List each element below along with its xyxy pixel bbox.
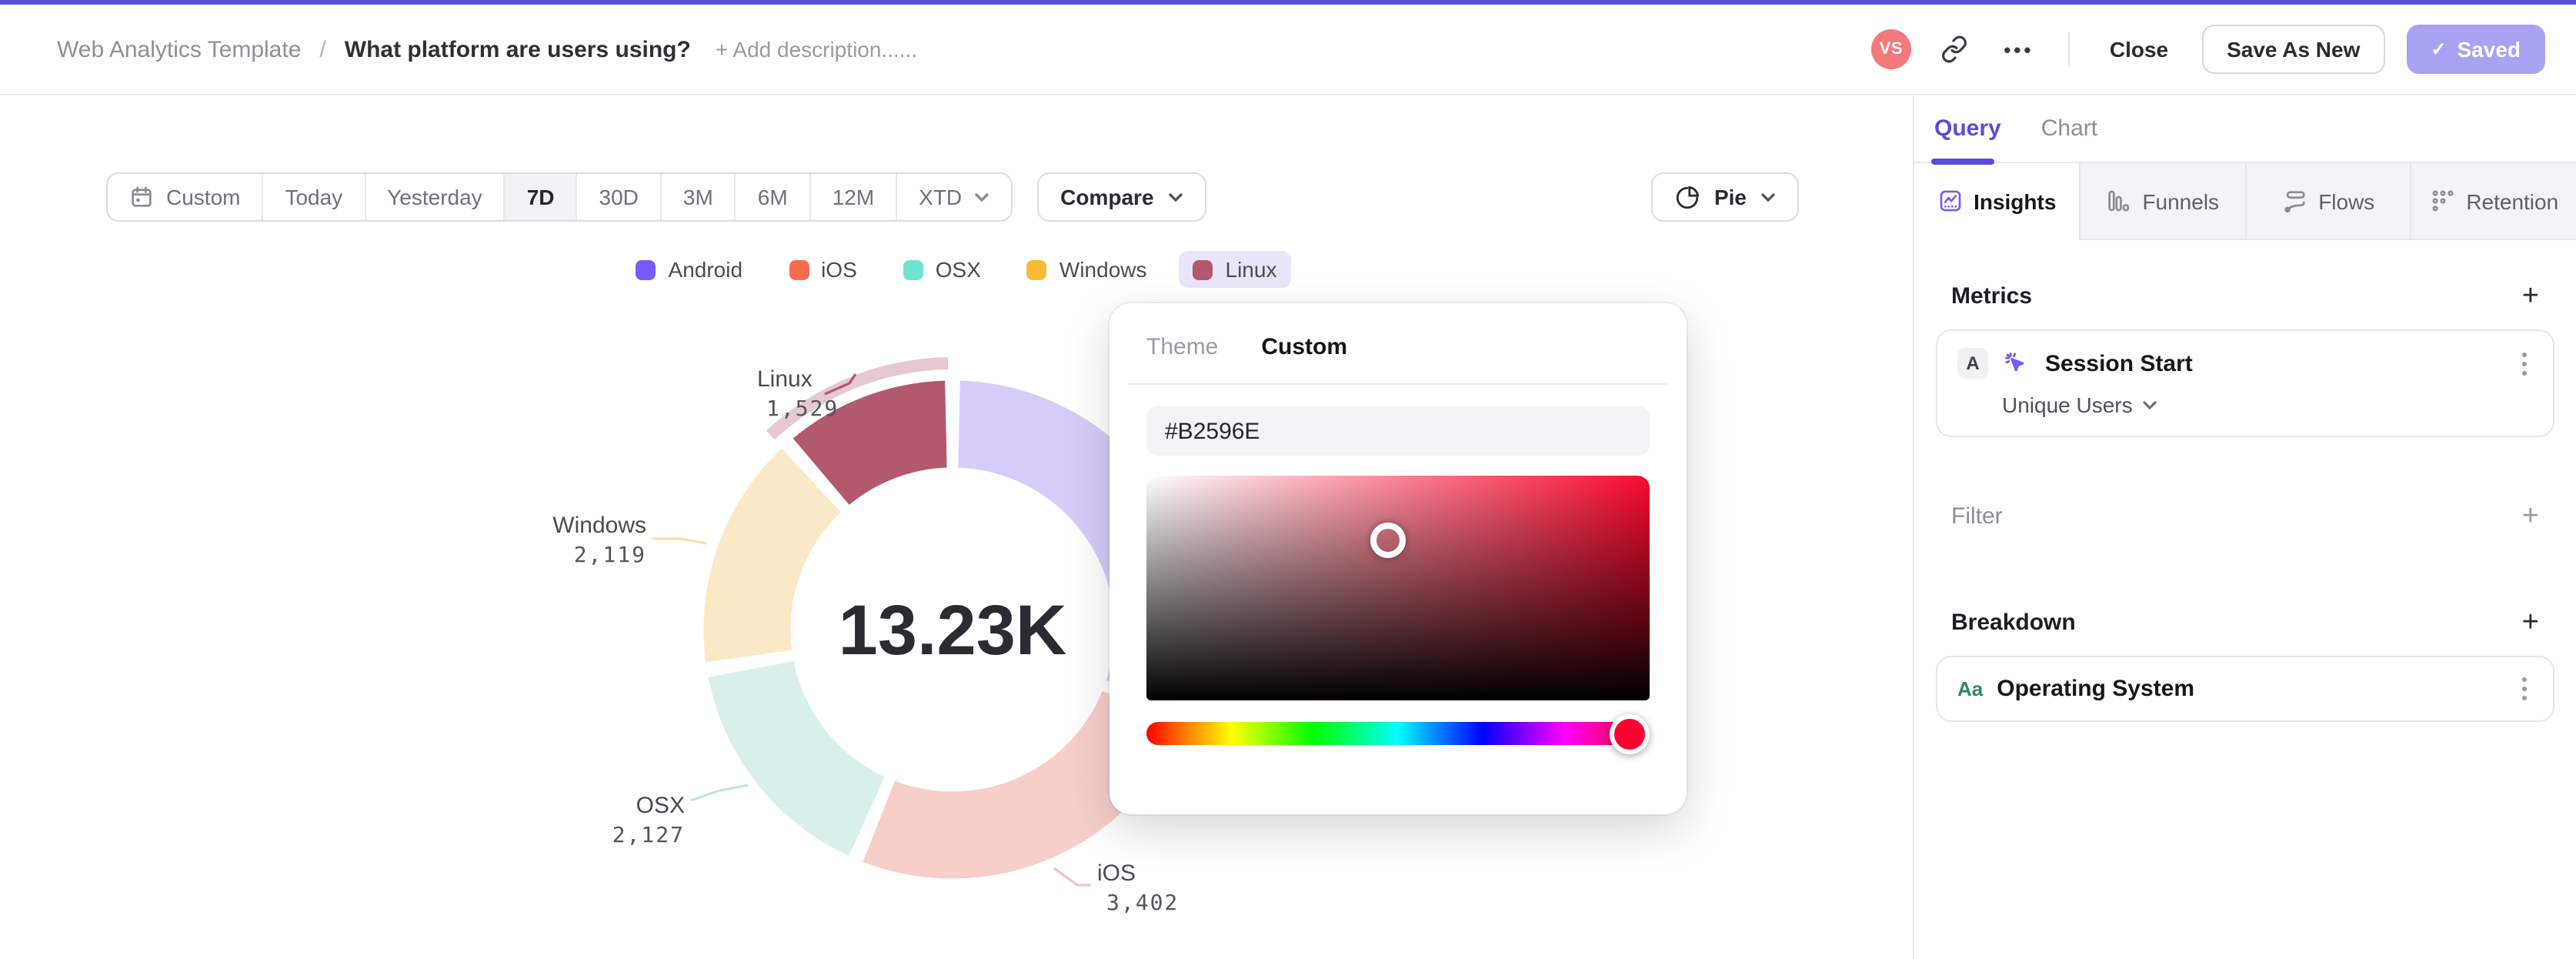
metric-card[interactable]: A Session Start Unique Users <box>1936 329 2554 437</box>
metric-aggregation-dropdown[interactable]: Unique Users <box>2002 393 2533 417</box>
legend-item-android[interactable]: Android <box>622 251 757 288</box>
pie-slice-osx[interactable] <box>704 657 889 860</box>
close-button[interactable]: Close <box>2097 28 2181 71</box>
metrics-section: Metrics + A Session Start Unique Users F… <box>1914 282 2576 722</box>
saturation-gradient-area[interactable] <box>1146 476 1650 700</box>
header-bar: Web Analytics Template / What platform a… <box>0 5 2576 95</box>
legend-swatch <box>1026 259 1047 279</box>
slice-value-osx: 2,127 <box>612 822 685 847</box>
share-link-button[interactable] <box>1933 28 1976 71</box>
brand-top-strip <box>0 0 2576 5</box>
breadcrumb-root[interactable]: Web Analytics Template <box>57 36 301 62</box>
query-sidebar: Query Chart Insights Funnels Flows Retentio… <box>1913 95 2576 959</box>
filter-heading: Filter <box>1951 503 2003 530</box>
metrics-header: Metrics + <box>1936 282 2554 311</box>
more-options-button[interactable]: ••• <box>1997 28 2040 71</box>
legend-item-ios[interactable]: iOS <box>775 251 871 288</box>
chevron-down-icon <box>2143 400 2157 409</box>
tab-custom[interactable]: Custom <box>1261 334 1347 360</box>
insight-mode-tabs: Insights Funnels Flows Retention <box>1914 163 2576 240</box>
page-title[interactable]: What platform are users using? <box>345 36 691 62</box>
header-divider <box>2067 32 2070 66</box>
add-metric-button[interactable]: + <box>2522 282 2539 311</box>
color-picker-popup: Theme Custom <box>1109 303 1687 814</box>
legend-label: iOS <box>821 257 857 282</box>
slice-value-windows: 2,119 <box>574 542 646 567</box>
saved-button-label: Saved <box>2457 37 2521 62</box>
save-as-new-button[interactable]: Save As New <box>2202 25 2385 74</box>
insights-icon <box>1939 190 1960 212</box>
legend-label: OSX <box>935 257 981 282</box>
add-description-button[interactable]: + Add description...... <box>716 37 917 62</box>
add-breakdown-button[interactable]: + <box>2522 608 2539 637</box>
color-picker-tabs: Theme Custom <box>1146 334 1650 360</box>
retention-icon <box>2431 190 2453 212</box>
hue-slider-handle[interactable] <box>1609 713 1650 754</box>
donut-center-total: 13.23K <box>839 591 1067 670</box>
slice-value-ios: 3,402 <box>1106 890 1179 915</box>
mode-tab-flows[interactable]: Flows <box>2244 163 2411 240</box>
picker-divider <box>1128 383 1668 385</box>
mode-tab-funnels[interactable]: Funnels <box>2078 163 2244 240</box>
tab-query[interactable]: Query <box>1934 115 2001 142</box>
slice-label-osx: OSX <box>636 793 685 818</box>
sidebar-tabs: Query Chart <box>1914 95 2576 165</box>
tab-theme[interactable]: Theme <box>1146 334 1218 360</box>
breadcrumb-separator: / <box>319 36 326 62</box>
slice-label-windows: Windows <box>552 513 646 538</box>
legend-swatch <box>636 259 656 279</box>
breakdown-header: Breakdown + <box>1936 608 2554 637</box>
legend-label: Android <box>668 257 743 282</box>
slice-value-linux: 1,529 <box>766 396 839 421</box>
label-connector-osx <box>690 784 749 802</box>
add-filter-button[interactable]: + <box>2522 502 2539 531</box>
tab-chart[interactable]: Chart <box>2041 115 2097 142</box>
ellipsis-icon: ••• <box>2004 38 2034 61</box>
metric-aggregation-label: Unique Users <box>2002 393 2133 417</box>
check-icon: ✓ <box>2431 38 2447 60</box>
series-badge: A <box>1957 348 1988 379</box>
avatar[interactable]: VS <box>1870 29 1911 69</box>
metrics-heading: Metrics <box>1951 283 2033 309</box>
hex-color-input[interactable] <box>1146 406 1650 456</box>
filter-header: Filter + <box>1936 502 2554 531</box>
legend-swatch <box>903 259 923 279</box>
legend-label: Linux <box>1225 257 1277 282</box>
legend-swatch <box>789 259 809 279</box>
saved-button[interactable]: ✓ Saved <box>2406 25 2545 74</box>
breakdown-card[interactable]: Aa Operating System <box>1936 656 2554 722</box>
app-window: Web Analytics Template / What platform a… <box>0 0 2576 959</box>
chart-legend: Android iOS OSX Windows Linux <box>0 251 1913 288</box>
slice-label-linux: Linux <box>757 366 813 392</box>
flows-icon <box>2284 191 2304 213</box>
metric-kebab-menu[interactable] <box>2516 349 2533 378</box>
breakdown-heading: Breakdown <box>1951 610 2076 636</box>
legend-label: Windows <box>1059 257 1147 282</box>
saturation-cursor[interactable] <box>1370 523 1406 559</box>
breakdown-kebab-menu[interactable] <box>2516 674 2533 703</box>
link-icon <box>1941 35 1967 63</box>
autocapture-event-icon <box>2005 352 2024 371</box>
string-property-icon: Aa <box>1957 677 1984 700</box>
funnels-icon <box>2108 190 2130 212</box>
header-actions: VS ••• Close Save As New ✓ Saved <box>1870 25 2545 74</box>
active-tab-underline <box>1931 159 1994 165</box>
metric-title: Session Start <box>2045 350 2193 376</box>
breakdown-title: Operating System <box>1997 676 2194 702</box>
mode-tab-retention[interactable]: Retention <box>2410 163 2576 240</box>
legend-item-linux[interactable]: Linux <box>1179 251 1291 288</box>
legend-item-osx[interactable]: OSX <box>889 251 995 288</box>
label-connector-windows <box>652 537 707 545</box>
legend-item-windows[interactable]: Windows <box>1013 251 1161 288</box>
slice-label-ios: iOS <box>1097 860 1136 886</box>
legend-swatch <box>1193 259 1213 279</box>
hue-slider[interactable] <box>1146 713 1650 754</box>
mode-tab-insights[interactable]: Insights <box>1914 163 2079 240</box>
label-connector-ios <box>1053 867 1091 887</box>
insight-canvas: Custom Today Yesterday 7D 30D 3M 6M 12M XTD Comp… <box>0 95 1913 959</box>
